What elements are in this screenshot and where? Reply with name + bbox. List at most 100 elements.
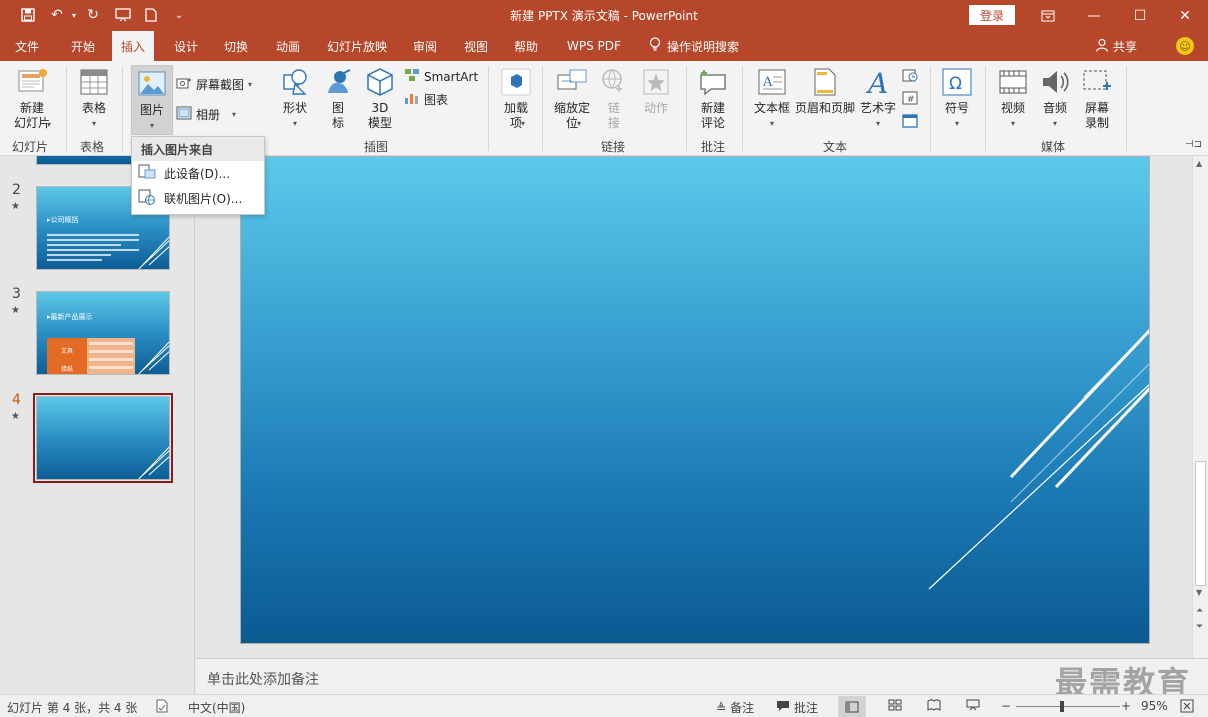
ribbon-separator bbox=[122, 66, 123, 151]
spell-check-icon[interactable] bbox=[155, 699, 169, 713]
new-comment-button[interactable]: 新建 评论 bbox=[697, 67, 729, 131]
photo-album-button[interactable]: 相册 ▾ bbox=[176, 106, 236, 123]
tab-insert[interactable]: 插入 bbox=[112, 31, 155, 61]
zoom-slider-thumb[interactable] bbox=[1060, 701, 1064, 712]
slide-number-button[interactable]: # bbox=[902, 91, 918, 105]
start-slideshow-icon[interactable] bbox=[112, 5, 134, 25]
tab-review[interactable]: 审阅 bbox=[404, 31, 446, 61]
textbox-button[interactable]: A 文本框 ▾ bbox=[753, 67, 791, 131]
slide-number-icon: # bbox=[902, 91, 918, 105]
picture-caret-icon: ▾ bbox=[149, 121, 154, 130]
addins-button[interactable]: 加载 项 bbox=[500, 67, 532, 131]
reading-view-button[interactable] bbox=[927, 699, 941, 711]
header-footer-button[interactable]: 页眉和页脚 bbox=[795, 67, 855, 116]
smartart-label: SmartArt bbox=[424, 69, 479, 84]
from-this-device-item[interactable]: 此设备(D)... bbox=[132, 161, 264, 186]
redo-icon[interactable]: ↻ bbox=[82, 5, 104, 25]
screenshot-button[interactable]: 屏幕截图 ▾ bbox=[176, 76, 252, 93]
tab-home[interactable]: 开始 bbox=[62, 31, 104, 61]
zoom-label: 缩放定 位 bbox=[553, 101, 590, 130]
header-footer-label: 页眉和页脚 bbox=[795, 101, 856, 115]
scroll-up-icon[interactable]: ▲ bbox=[1196, 159, 1202, 168]
current-slide-canvas[interactable] bbox=[240, 156, 1150, 644]
slide-sorter-button[interactable] bbox=[888, 699, 902, 711]
chart-button[interactable]: 图表 bbox=[404, 91, 448, 108]
audio-button[interactable]: 音频 ▾ bbox=[1039, 67, 1071, 131]
new-slide-icon bbox=[16, 67, 48, 97]
tell-me-search[interactable]: 操作说明搜索 bbox=[640, 31, 748, 61]
zoom-out-button[interactable]: − bbox=[1001, 699, 1011, 713]
tab-file[interactable]: 文件 bbox=[6, 31, 48, 61]
ribbon-separator bbox=[1126, 66, 1127, 151]
picture-button[interactable]: 图片 ▾ bbox=[131, 65, 173, 135]
language-status[interactable]: 中文(中国) bbox=[188, 699, 245, 716]
next-slide-icon[interactable]: ⏷ bbox=[1196, 622, 1203, 632]
close-icon[interactable]: ✕ bbox=[1162, 0, 1208, 31]
group-media-label: 媒体 bbox=[1041, 140, 1066, 154]
ribbon-display-options-icon[interactable] bbox=[1025, 0, 1071, 31]
screen-recording-button[interactable]: 屏幕 录制 bbox=[1081, 67, 1113, 131]
comment-icon bbox=[776, 700, 790, 715]
tab-view[interactable]: 视图 bbox=[455, 31, 497, 61]
group-links-label: 链接 bbox=[601, 140, 626, 154]
smartart-button[interactable]: SmartArt bbox=[404, 68, 478, 85]
date-time-button[interactable] bbox=[902, 68, 918, 82]
reading-view-icon bbox=[927, 699, 941, 711]
screen-recording-icon bbox=[1081, 67, 1113, 97]
zoom-level[interactable]: 95% bbox=[1141, 699, 1168, 713]
zoom-slider-track[interactable] bbox=[1016, 706, 1120, 707]
slide-thumbnail-3[interactable]: ▸最新产品展示 文具 措纸 bbox=[36, 291, 170, 375]
maximize-icon[interactable]: ☐ bbox=[1117, 0, 1163, 31]
vertical-scrollbar[interactable]: ▲ ▼ ⏶ ⏷ bbox=[1192, 156, 1208, 658]
icons-button[interactable]: 图 标 bbox=[322, 67, 354, 131]
pin-ribbon-icon[interactable]: ⊣⊐ bbox=[1185, 139, 1202, 150]
ribbon-separator bbox=[488, 66, 489, 151]
zoom-in-button[interactable]: + bbox=[1121, 699, 1131, 713]
link-button[interactable]: 链 接 bbox=[598, 67, 630, 131]
zoom-icon bbox=[556, 67, 588, 97]
comments-toggle-button[interactable]: 批注 bbox=[776, 699, 818, 716]
table-label: 表格 bbox=[81, 101, 106, 115]
scrollbar-thumb[interactable] bbox=[1195, 461, 1206, 586]
action-button[interactable]: 动作 bbox=[640, 67, 672, 116]
video-button[interactable]: 视频 ▾ bbox=[997, 67, 1029, 131]
new-file-icon[interactable] bbox=[140, 5, 162, 25]
symbol-button[interactable]: Ω 符号 ▾ bbox=[940, 67, 974, 131]
addins-caret-icon: ▾ bbox=[521, 119, 526, 128]
share-button[interactable]: 共享 bbox=[1095, 31, 1137, 61]
zoom-caret-icon: ▾ bbox=[577, 119, 582, 128]
slideshow-view-button[interactable] bbox=[966, 699, 980, 711]
wordart-button[interactable]: A 艺术字 ▾ bbox=[859, 67, 897, 131]
notes-toggle-button[interactable]: ≜ 备注 bbox=[716, 699, 754, 716]
person-icon bbox=[1095, 38, 1109, 55]
login-button[interactable]: 登录 bbox=[969, 5, 1015, 25]
tab-transitions[interactable]: 切换 bbox=[215, 31, 257, 61]
tab-wps-pdf[interactable]: WPS PDF bbox=[558, 31, 630, 61]
scroll-down-icon[interactable]: ▼ bbox=[1196, 588, 1202, 597]
previous-slide-icon[interactable]: ⏶ bbox=[1196, 606, 1203, 616]
minimize-icon[interactable]: — bbox=[1071, 0, 1117, 31]
animation-star-icon: ★ bbox=[11, 201, 20, 212]
object-button[interactable] bbox=[902, 114, 918, 128]
svg-text:A: A bbox=[762, 75, 773, 90]
3d-models-button[interactable]: 3D 模型 bbox=[363, 67, 397, 131]
tab-help[interactable]: 帮助 bbox=[505, 31, 547, 61]
zoom-button[interactable]: 缩放定 位 bbox=[553, 67, 591, 131]
chart-label: 图表 bbox=[424, 93, 449, 107]
screen-recording-label: 屏幕 录制 bbox=[1084, 101, 1109, 130]
feedback-smiley-icon[interactable]: ☺ bbox=[1176, 37, 1194, 55]
table-button[interactable]: 表格 ▾ bbox=[78, 67, 110, 131]
tab-design[interactable]: 设计 bbox=[165, 31, 207, 61]
tab-animations[interactable]: 动画 bbox=[267, 31, 309, 61]
title-bar: ↶ ▾ ↻ ⌄ 新建 PPTX 演示文稿 - PowerPoint 登录 — ☐… bbox=[0, 0, 1208, 31]
slide-thumbnail-4[interactable] bbox=[33, 393, 173, 483]
customize-toolbar-icon[interactable]: ⌄ bbox=[168, 5, 190, 25]
save-icon[interactable] bbox=[17, 5, 39, 25]
fit-to-window-button[interactable] bbox=[1180, 699, 1194, 713]
shapes-label: 形状 bbox=[282, 101, 307, 115]
tab-slideshow[interactable]: 幻灯片放映 bbox=[318, 31, 396, 61]
ribbon-tabs: 文件 开始 插入 设计 切换 动画 幻灯片放映 审阅 视图 帮助 WPS PDF… bbox=[0, 31, 1208, 61]
normal-view-button[interactable] bbox=[838, 696, 866, 717]
online-pictures-item[interactable]: 联机图片(O)... bbox=[132, 186, 264, 211]
shapes-button[interactable]: 形状 ▾ bbox=[278, 67, 312, 131]
